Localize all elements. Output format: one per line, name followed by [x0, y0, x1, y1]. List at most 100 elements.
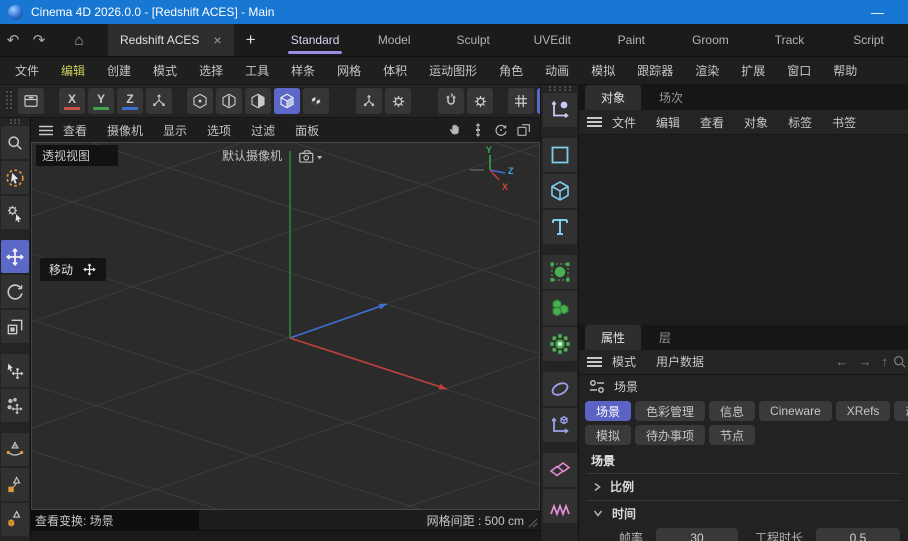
axis-settings-gear-icon[interactable] [385, 88, 411, 114]
undo-icon[interactable]: ↶ [0, 24, 26, 56]
menu-character[interactable]: 角色 [488, 62, 534, 79]
sketch-pen-icon[interactable] [1, 468, 29, 501]
om-menu-bookmarks[interactable]: 书签 [822, 114, 866, 131]
layout-tab-sculpt[interactable]: Sculpt [434, 24, 513, 56]
scale-tool-icon[interactable] [1, 310, 29, 343]
layout-tab-groom[interactable]: Groom [671, 24, 750, 56]
rectangle-spline-icon[interactable] [543, 138, 577, 172]
live-selection-icon[interactable] [1, 161, 29, 194]
object-list[interactable] [579, 135, 908, 325]
move-tool-icon[interactable] [1, 240, 29, 273]
tab-takes[interactable]: 场次 [643, 85, 699, 110]
xpresso-planes-icon[interactable] [543, 453, 577, 487]
section-time[interactable]: 时间 [579, 501, 908, 527]
viewport-menu-view[interactable]: 查看 [53, 122, 97, 139]
menu-volume[interactable]: 体积 [372, 62, 418, 79]
view-name-label[interactable]: 透视视图 [36, 145, 118, 166]
layout-tab-uvedit[interactable]: UVEdit [513, 24, 592, 56]
attr-tab-nodes[interactable]: 节点 [709, 425, 755, 445]
attr-tab-simulation[interactable]: 模拟 [585, 425, 631, 445]
deformer-icon[interactable] [543, 372, 577, 406]
om-menu-objects[interactable]: 对象 [734, 114, 778, 131]
tab-objects[interactable]: 对象 [585, 85, 641, 110]
tab-layers[interactable]: 层 [643, 325, 687, 350]
parent-up-icon[interactable]: ↑ [877, 354, 894, 369]
axis-x-button[interactable]: X [59, 88, 85, 114]
tweak-move-icon[interactable] [1, 354, 29, 387]
menu-edit[interactable]: 编辑 [50, 62, 96, 79]
add-tab-button[interactable]: + [234, 24, 268, 56]
viewport-menu-panel[interactable]: 面板 [285, 122, 329, 139]
volume-builder-icon[interactable] [543, 291, 577, 325]
axis-cube-icon[interactable] [543, 408, 577, 442]
pan-hand-icon[interactable] [447, 122, 463, 138]
cube-primitive-icon[interactable] [543, 174, 577, 208]
text-spline-icon[interactable] [543, 210, 577, 244]
menu-simulate[interactable]: 模拟 [580, 62, 626, 79]
snap-settings-gear-icon[interactable] [467, 88, 493, 114]
layout-tab-paint[interactable]: Paint [592, 24, 671, 56]
minimize-button[interactable]: — [871, 5, 884, 20]
menu-mograph[interactable]: 运动图形 [418, 62, 488, 79]
workplane-axis-icon[interactable] [356, 88, 382, 114]
attr-tab-scene[interactable]: 场景 [585, 401, 631, 421]
attr-tab-color-management[interactable]: 色彩管理 [635, 401, 705, 421]
orbit-rotate-icon[interactable] [493, 122, 509, 138]
quantize-icon[interactable] [508, 88, 534, 114]
attr-tab-xrefs[interactable]: XRefs [836, 401, 891, 421]
layout-tab-track[interactable]: Track [750, 24, 829, 56]
polygons-mode-icon[interactable] [245, 88, 271, 114]
attr-tab-animation[interactable]: 动画 [894, 401, 908, 421]
layout-tab-model[interactable]: Model [355, 24, 434, 56]
axis-gizmo[interactable]: Y Z X [460, 145, 526, 197]
pen-cube-icon[interactable] [1, 503, 29, 536]
home-icon[interactable]: ⌂ [66, 24, 92, 56]
am-menu-mode[interactable]: 模式 [602, 353, 646, 370]
menu-spline[interactable]: 样条 [280, 62, 326, 79]
search-icon[interactable] [893, 355, 906, 368]
attr-tab-cineware[interactable]: Cineware [759, 401, 832, 421]
workplane-icon[interactable] [18, 88, 44, 114]
viewport-menu-display[interactable]: 显示 [153, 122, 197, 139]
close-tab-icon[interactable]: × [213, 32, 221, 48]
axis-y-button[interactable]: Y [88, 88, 114, 114]
attribute-manager-hamburger-icon[interactable] [587, 356, 602, 368]
snap-magnet-icon[interactable] [438, 88, 464, 114]
axis-z-button[interactable]: Z [117, 88, 143, 114]
camera-icon[interactable] [298, 148, 324, 164]
menu-help[interactable]: 帮助 [822, 62, 868, 79]
history-back-icon[interactable]: ← [831, 354, 854, 369]
viewport-canvas[interactable]: Y Z X 透视视图 默认摄像机 移动 [31, 142, 540, 510]
menu-file[interactable]: 文件 [4, 62, 50, 79]
spline-pen-object-icon[interactable] [543, 93, 577, 127]
redo-icon[interactable]: ↷ [26, 24, 52, 56]
axis-mode-icon[interactable] [146, 88, 172, 114]
subdivision-surface-icon[interactable] [543, 255, 577, 289]
fps-value[interactable]: 30 [656, 528, 738, 541]
menu-render[interactable]: 渲染 [684, 62, 730, 79]
rotate-tool-icon[interactable] [1, 275, 29, 308]
menu-window[interactable]: 窗口 [776, 62, 822, 79]
menu-select[interactable]: 选择 [188, 62, 234, 79]
document-tab[interactable]: Redshift ACES × [108, 24, 234, 56]
layout-tab-standard[interactable]: Standard [276, 24, 355, 56]
section-scale[interactable]: 比例 [579, 474, 908, 500]
attr-tab-info[interactable]: 信息 [709, 401, 755, 421]
menu-extensions[interactable]: 扩展 [730, 62, 776, 79]
om-menu-edit[interactable]: 编辑 [646, 114, 690, 131]
multi-move-icon[interactable] [1, 389, 29, 422]
edges-mode-icon[interactable] [216, 88, 242, 114]
tab-attributes[interactable]: 属性 [585, 325, 641, 350]
layout-tab-script[interactable]: Script [829, 24, 908, 56]
viewport-hamburger-icon[interactable] [39, 125, 53, 136]
tool-settings-icon[interactable] [1, 196, 29, 229]
menu-animate[interactable]: 动画 [534, 62, 580, 79]
material-partial-icon[interactable] [543, 489, 577, 523]
palette-drag-handle[interactable] [549, 86, 571, 91]
am-menu-userdata[interactable]: 用户数据 [646, 353, 714, 370]
om-menu-view[interactable]: 查看 [690, 114, 734, 131]
menu-create[interactable]: 创建 [96, 62, 142, 79]
palette-drag-handle[interactable] [10, 119, 20, 124]
dolly-zoom-icon[interactable] [470, 122, 486, 138]
cloner-icon[interactable] [543, 327, 577, 361]
